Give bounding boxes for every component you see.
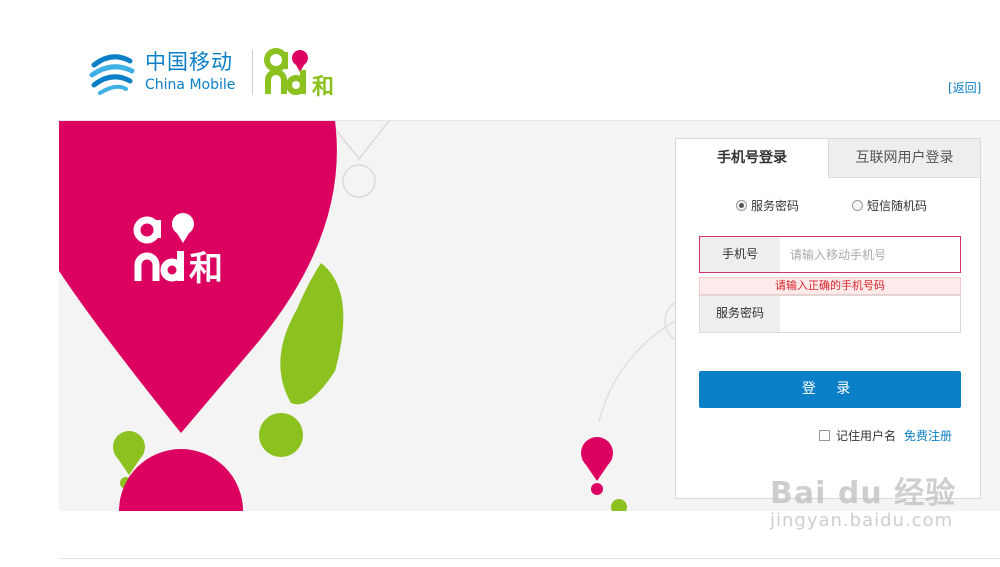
password-label: 服务密码 (700, 296, 780, 332)
login-page: 中国移动 China Mobile 和 [返回] 和 手机号登录 互联网用户登录… (0, 0, 1000, 567)
logo-divider (252, 50, 253, 95)
brand-en: China Mobile (145, 77, 236, 93)
radio-service-password[interactable]: 服务密码 (736, 197, 799, 214)
radio-unchecked-icon[interactable] (852, 200, 863, 211)
watermark-sub: jingyan.baidu.com (770, 510, 954, 531)
radio-checked-icon[interactable] (736, 200, 747, 211)
phone-field: 手机号 (699, 236, 961, 273)
svg-text:和: 和 (312, 75, 334, 100)
register-link[interactable]: 免费注册 (904, 427, 952, 444)
phone-error-message: 请输入正确的手机号码 (699, 277, 961, 295)
tab-phone-login[interactable]: 手机号登录 (676, 139, 828, 178)
footer-rule (59, 558, 1000, 559)
watermark-main: Bai du 经验 (770, 476, 957, 511)
radio-sms-code-label: 短信随机码 (867, 199, 928, 213)
radio-sms-code[interactable]: 短信随机码 (852, 197, 927, 214)
svg-text:和: 和 (189, 249, 223, 289)
china-mobile-wordmark: 中国移动 China Mobile (145, 50, 235, 94)
remember-checkbox[interactable] (819, 430, 830, 441)
back-link[interactable]: [返回] (948, 79, 981, 96)
phone-input[interactable] (780, 237, 960, 272)
china-mobile-logo-icon (89, 54, 135, 95)
password-input[interactable] (780, 296, 960, 332)
baidu-watermark: Bai du 经验 jingyan.baidu.com (770, 468, 956, 531)
remember-label: 记住用户名 (836, 429, 897, 443)
and-logo-icon: 和 (264, 48, 334, 100)
password-field: 服务密码 (699, 295, 961, 333)
login-panel: 手机号登录 互联网用户登录 服务密码 短信随机码 手机号 请输入正确的手机号码 … (675, 138, 981, 499)
tab-internet-user-login[interactable]: 互联网用户登录 (828, 139, 980, 178)
brand-cn: 中国移动 (145, 50, 233, 74)
radio-service-password-label: 服务密码 (751, 199, 800, 213)
remember-row: 记住用户名 免费注册 (819, 427, 952, 444)
login-tabs: 手机号登录 互联网用户登录 (676, 139, 980, 178)
login-button[interactable]: 登 录 (699, 371, 961, 408)
phone-label: 手机号 (700, 237, 780, 272)
